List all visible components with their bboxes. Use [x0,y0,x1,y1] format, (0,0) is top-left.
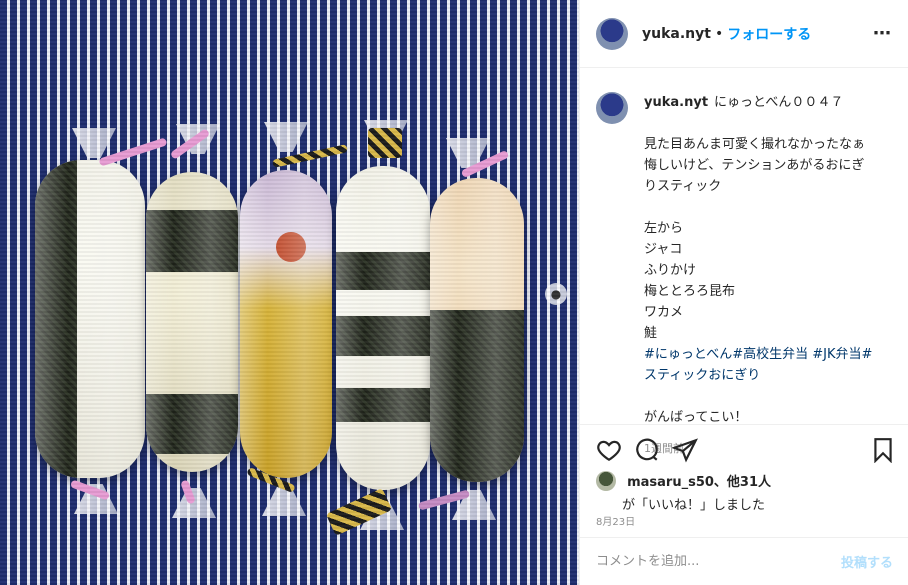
caption-header: yuka.nyt にゅっとべん００４７ [596,92,901,124]
follow-button[interactable]: フォローする [727,24,811,44]
onigiri-stick [430,178,524,482]
header-username[interactable]: yuka.nyt [642,26,711,42]
post-photo[interactable]: ● [0,0,579,585]
hashtag-link[interactable]: #にゅっとべん#高校生弁当 #JK弁当# [644,347,872,362]
post-header: yuka.nyt • フォローする ⋯ [580,0,908,68]
onigiri-stick [240,170,332,478]
onigiri-stick [146,172,238,472]
wrap-knot [262,486,306,516]
likes-summary: masaru_s50、他31人 が「いいね！」しました [596,470,896,513]
heart-icon[interactable] [596,437,622,463]
comment-icon[interactable] [634,437,660,463]
likes-suffix: が「いいね！」しました [622,497,766,513]
onigiri-stick [336,166,430,490]
post-side-panel: yuka.nyt • フォローする ⋯ yuka.nyt にゅっとべん００４７ … [579,0,908,585]
hashtag-link[interactable]: スティックおにぎり [644,368,760,383]
wrap-knot [264,122,308,152]
post-date[interactable]: 8月23日 [596,513,635,528]
more-options-icon[interactable]: ⋯ [873,23,892,44]
caption-username[interactable]: yuka.nyt [644,92,708,114]
caption-first-line: にゅっとべん００４７ [714,95,844,110]
caption-body: 見た目あんま可愛く撮れなかったなぁ 悔しいけど、テンションあがるおにぎ りスティ… [644,137,866,341]
caption: yuka.nyt にゅっとべん００４７ 見た目あんま可愛く撮れなかったなぁ 悔し… [596,92,901,456]
post-comment-button[interactable]: 投稿する [841,552,893,571]
avatar[interactable] [596,17,628,50]
wrap-knot [172,488,216,518]
comment-bar: 投稿する [580,537,908,585]
comment-input[interactable] [596,554,841,569]
carousel-indicator[interactable]: ● [545,283,567,305]
action-bar [580,424,908,476]
liker-avatar[interactable] [596,470,616,491]
separator-dot: • [714,25,724,42]
bookmark-icon[interactable] [870,437,896,463]
ribbon-tie [368,128,402,158]
share-icon[interactable] [672,437,698,463]
onigiri-stick [35,160,145,478]
hashtags: #にゅっとべん#高校生弁当 #JK弁当# スティックおにぎり [644,344,901,386]
liker-names[interactable]: masaru_s50、他31人 [627,475,771,490]
wrap-knot [72,128,116,158]
avatar[interactable] [596,92,628,124]
